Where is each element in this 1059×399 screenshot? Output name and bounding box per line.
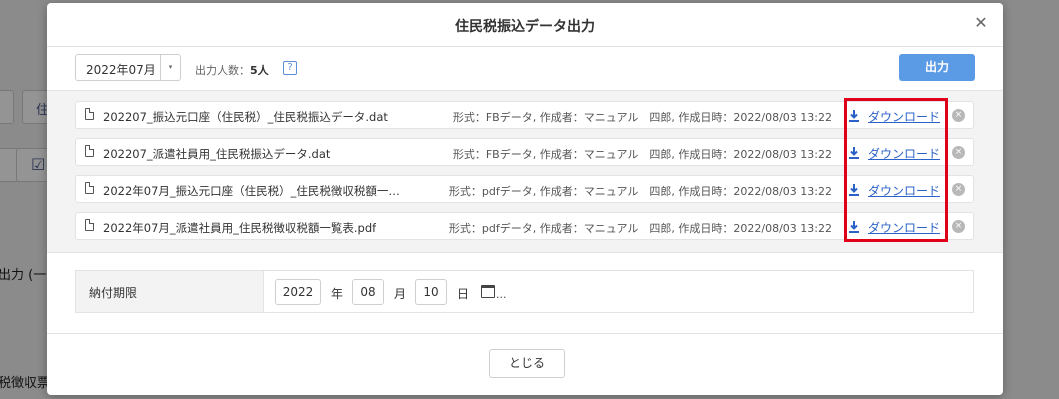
month-select-value: 2022年07月 <box>86 63 156 77</box>
file-meta: 形式：FBデータ, 作成者：マニュアル 四郎, 作成日時：2022/08/03 … <box>452 111 832 124</box>
file-row: 202207_派遣社員用_住民税振込データ.dat 形式：FBデータ, 作成者：… <box>75 138 974 166</box>
dialog-header: 住民税振込データ出力 ✕ <box>47 3 1003 47</box>
close-icon[interactable]: ✕ <box>971 13 991 33</box>
file-meta: 形式：pdfデータ, 作成者：マニュアル 四郎, 作成日時：2022/08/03… <box>448 222 832 235</box>
chevron-down-icon[interactable]: ▾ <box>160 55 180 80</box>
footer-divider <box>47 333 1003 334</box>
deadline-month-input[interactable]: 08 <box>352 279 384 305</box>
file-name: 202207_振込元口座（住民税）_住民税振込データ.dat <box>103 110 388 124</box>
file-name: 2022年07月_振込元口座（住民税）_住民税徴収税額一… <box>103 184 400 198</box>
deadline-year-input[interactable]: 2022 <box>275 279 321 305</box>
file-meta: 形式：pdfデータ, 作成者：マニュアル 四郎, 作成日時：2022/08/03… <box>448 185 832 198</box>
file-meta: 形式：FBデータ, 作成者：マニュアル 四郎, 作成日時：2022/08/03 … <box>452 148 832 161</box>
day-unit: 日 <box>457 287 470 301</box>
file-row: 2022年07月_振込元口座（住民税）_住民税徴収税額一… 形式：pdfデータ,… <box>75 175 974 203</box>
output-count: 出力人数：5人 <box>195 62 269 78</box>
month-select[interactable]: 2022年07月 ▾ <box>75 54 181 81</box>
delete-circle-icon[interactable]: × <box>952 109 965 122</box>
file-icon <box>85 182 94 194</box>
output-button[interactable]: 出力 <box>899 54 975 81</box>
delete-circle-icon[interactable]: × <box>952 183 965 196</box>
deadline-day-input[interactable]: 10 <box>415 279 447 305</box>
deadline-label-cell: 納付期限 <box>76 271 264 312</box>
close-button[interactable]: とじる <box>489 349 565 378</box>
file-row: 202207_振込元口座（住民税）_住民税振込データ.dat 形式：FBデータ,… <box>75 101 974 129</box>
file-icon <box>85 219 94 231</box>
month-unit: 月 <box>394 287 407 301</box>
delete-circle-icon[interactable]: × <box>952 220 965 233</box>
calendar-icon[interactable] <box>481 285 495 298</box>
output-count-label: 出力人数： <box>195 64 250 77</box>
dialog-title: 住民税振込データ出力 <box>455 19 595 35</box>
highlight-annotation <box>844 98 948 242</box>
calendar-ellipsis: ... <box>496 288 507 301</box>
file-row: 2022年07月_派遣社員用_住民税徴収税額一覧表.pdf 形式：pdfデータ,… <box>75 212 974 240</box>
file-icon <box>85 145 94 157</box>
help-icon[interactable]: ? <box>283 61 297 75</box>
delete-circle-icon[interactable]: × <box>952 146 965 159</box>
dialog-toolbar: 2022年07月 ▾ 出力人数：5人 ? 出力 <box>75 54 975 82</box>
year-unit: 年 <box>331 287 344 301</box>
deadline-label: 納付期限 <box>89 286 138 300</box>
file-name: 2022年07月_派遣社員用_住民税徴収税額一覧表.pdf <box>103 221 377 235</box>
file-icon <box>85 108 94 120</box>
file-name: 202207_派遣社員用_住民税振込データ.dat <box>103 147 331 161</box>
output-count-value: 5人 <box>250 64 269 77</box>
payment-deadline-row: 納付期限 2022 年 08 月 10 日 ... <box>75 270 974 313</box>
